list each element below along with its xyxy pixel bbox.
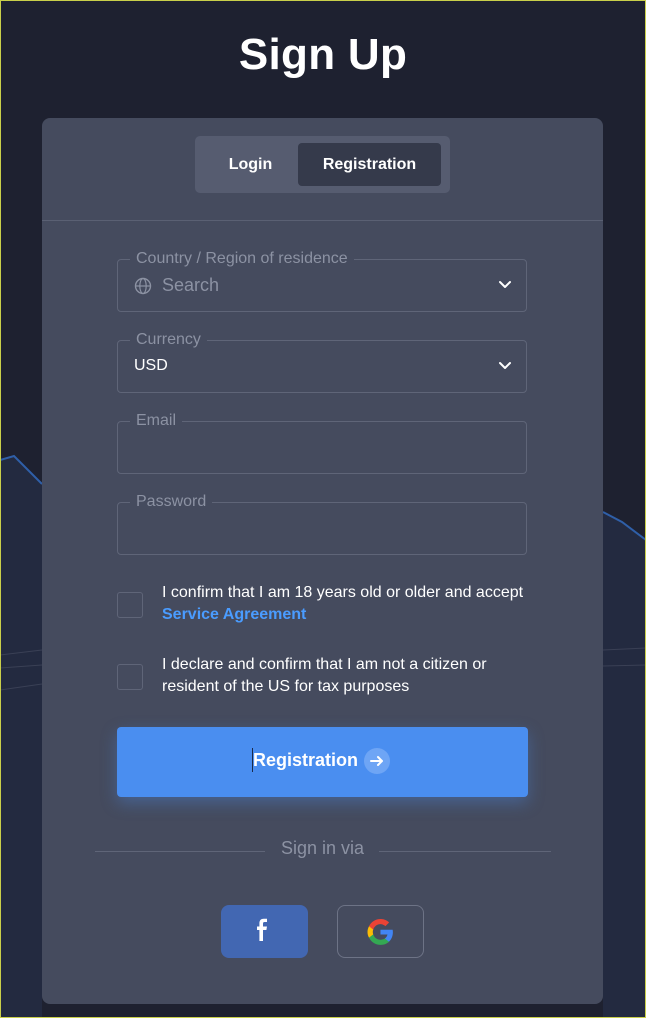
tab-login[interactable]: Login — [203, 143, 298, 186]
arrow-right-icon — [364, 748, 390, 774]
currency-select[interactable]: Currency USD — [117, 330, 527, 393]
email-input[interactable] — [118, 422, 526, 473]
header-divider — [42, 220, 603, 221]
divider-right — [379, 851, 551, 852]
password-input[interactable] — [118, 503, 526, 554]
service-agreement-link[interactable]: Service Agreement — [162, 604, 532, 626]
us-tax-checkbox[interactable] — [117, 664, 143, 690]
email-field: Email — [117, 411, 527, 474]
tab-registration[interactable]: Registration — [298, 143, 441, 186]
us-tax-text: I declare and confirm that I am not a ci… — [162, 656, 487, 695]
country-select[interactable]: Country / Region of residence Search — [117, 249, 527, 312]
chevron-down-icon — [499, 281, 511, 288]
chevron-down-icon — [499, 362, 511, 369]
currency-value: USD — [134, 357, 168, 374]
globe-icon — [134, 277, 152, 295]
google-login-button[interactable] — [337, 905, 424, 958]
sign-in-via-text: Sign in via — [280, 838, 365, 858]
registration-button-label: Registration — [253, 750, 359, 770]
page-title: Sign Up — [238, 30, 408, 79]
facebook-icon — [257, 918, 267, 941]
password-field: Password — [117, 492, 527, 555]
currency-label: Currency — [130, 330, 207, 350]
age-agreement-text: I confirm that I am 18 years old or olde… — [162, 582, 532, 626]
google-icon — [367, 919, 393, 945]
registration-button[interactable]: Registration — [117, 727, 528, 797]
age-agreement-checkbox[interactable] — [117, 592, 143, 618]
country-label: Country / Region of residence — [130, 249, 354, 269]
auth-tabs: Login Registration — [195, 136, 450, 193]
age-agreement-label: I confirm that I am 18 years old or olde… — [162, 584, 524, 601]
facebook-login-button[interactable] — [221, 905, 308, 958]
country-search-placeholder: Search — [162, 275, 220, 295]
signup-card: Login Registration Country / Region of r… — [42, 118, 603, 1004]
